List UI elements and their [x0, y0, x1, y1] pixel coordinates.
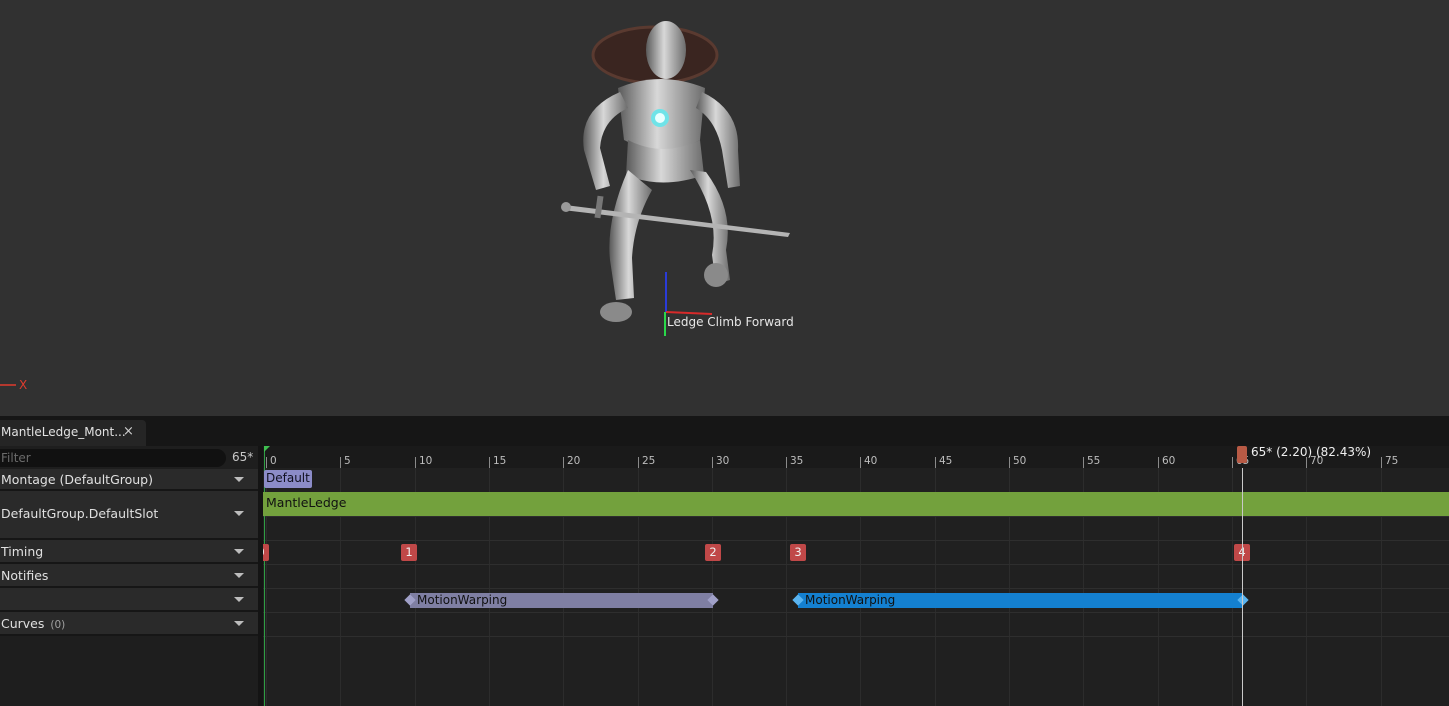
chevron-down-icon[interactable] — [234, 549, 244, 554]
ruler-tick-label: 30 — [716, 455, 730, 467]
ruler-tick-label: 75 — [1385, 455, 1399, 467]
ruler-tick-label: 50 — [1013, 455, 1027, 467]
ruler-tick — [489, 457, 490, 468]
ruler-tick — [786, 457, 787, 468]
ruler-tick-label: 55 — [1087, 455, 1101, 467]
ruler-tick-label: 45 — [939, 455, 953, 467]
tab-bar: MantleLedge_Mont... × — [0, 416, 1449, 446]
ruler-tick — [1158, 457, 1159, 468]
track-label: Montage (DefaultGroup) — [1, 472, 153, 487]
filter-placeholder: Filter — [1, 451, 31, 465]
tab-title: MantleLedge_Mont... — [1, 425, 126, 439]
slot-segment[interactable]: MantleLedge — [263, 492, 1449, 516]
ruler-tick — [266, 457, 267, 468]
ruler-tick — [1381, 457, 1382, 468]
ruler-tick — [563, 457, 564, 468]
close-icon[interactable]: × — [123, 424, 134, 439]
notify-state-motionwarping-2[interactable]: MotionWarping — [798, 593, 1242, 608]
tab-montage[interactable]: MantleLedge_Mont... × — [0, 420, 146, 446]
ruler-tick-label: 25 — [642, 455, 656, 467]
curves-label: Curves — [1, 616, 45, 631]
row-separator — [263, 540, 1449, 541]
row-separator — [263, 636, 1449, 637]
frame-count: 65* — [232, 450, 254, 464]
ruler-tick — [935, 457, 936, 468]
ruler-tick-label: 5 — [344, 455, 351, 467]
preview-viewport[interactable]: Ledge Climb Forward X — [0, 0, 1449, 416]
playhead-readout: 65* (2.20) (82.43%) — [1251, 446, 1372, 459]
track-label: Notifies — [1, 568, 49, 583]
ruler-tick-label: 40 — [864, 455, 878, 467]
track-row-slot[interactable]: DefaultGroup.DefaultSlot — [0, 491, 258, 540]
curves-count: (0) — [50, 619, 66, 631]
row-separator — [263, 588, 1449, 589]
playhead-line — [1242, 468, 1243, 706]
montage-editor-panel: MantleLedge_Mont... × Filter 65* Montage… — [0, 416, 1449, 706]
ruler-tick — [340, 457, 341, 468]
row-separator — [263, 516, 1449, 517]
track-label: Curves (0) — [1, 616, 65, 631]
chevron-down-icon[interactable] — [234, 573, 244, 578]
timing-marker-2[interactable]: 2 — [705, 544, 721, 561]
row-separator — [263, 564, 1449, 565]
chevron-down-icon[interactable] — [234, 621, 244, 626]
character-name-label: Ledge Climb Forward — [667, 315, 794, 329]
ruler-tick-label: 10 — [419, 455, 433, 467]
ruler-tick — [1009, 457, 1010, 468]
ruler-tick-label: 35 — [790, 455, 804, 467]
montage-section-default[interactable]: Default — [264, 470, 312, 488]
ruler-tick-label: 0 — [270, 455, 277, 467]
track-row-notifies[interactable]: Notifies — [0, 564, 258, 588]
chevron-down-icon[interactable] — [234, 597, 244, 602]
notify-state-motionwarping-1[interactable]: MotionWarping — [410, 593, 713, 608]
track-row-timing[interactable]: Timing — [0, 540, 258, 564]
ruler-tick — [415, 457, 416, 468]
timing-marker-1[interactable]: 1 — [401, 544, 417, 561]
ruler-tick — [860, 457, 861, 468]
chevron-down-icon[interactable] — [234, 511, 244, 516]
start-flag-icon[interactable] — [264, 446, 270, 452]
notify-label: MotionWarping — [805, 593, 896, 607]
ruler-tick — [1232, 457, 1233, 468]
track-label: DefaultGroup.DefaultSlot — [1, 506, 159, 521]
notify-label: MotionWarping — [417, 593, 508, 607]
ruler-tick — [1083, 457, 1084, 468]
character-mannequin — [0, 21, 790, 386]
track-row-curves[interactable]: Curves (0) — [0, 612, 258, 636]
world-axis-x-label: X — [19, 378, 28, 392]
filter-input[interactable]: Filter — [0, 449, 226, 467]
timeline-area[interactable]: 051015202530354045505560657075 Default M… — [263, 446, 1449, 706]
ruler-tick-label: 20 — [567, 455, 581, 467]
section-label: Default — [266, 471, 310, 485]
timing-marker-3[interactable]: 3 — [790, 544, 806, 561]
timing-marker-0[interactable]: 0 — [263, 544, 269, 561]
ruler-tick-label: 15 — [493, 455, 507, 467]
track-row-montage[interactable]: Montage (DefaultGroup) — [0, 469, 258, 491]
ruler-tick — [712, 457, 713, 468]
playhead-handle[interactable] — [1237, 446, 1247, 463]
chevron-down-icon[interactable] — [234, 477, 244, 482]
tracks-panel: Filter 65* Montage (DefaultGroup) Defaul… — [0, 446, 258, 706]
row-separator — [263, 612, 1449, 613]
ruler-tick — [638, 457, 639, 468]
track-label: Timing — [1, 544, 44, 559]
slot-segment-label: MantleLedge — [266, 495, 347, 510]
ruler-tick-label: 60 — [1162, 455, 1176, 467]
track-row-notify-track[interactable] — [0, 588, 258, 612]
